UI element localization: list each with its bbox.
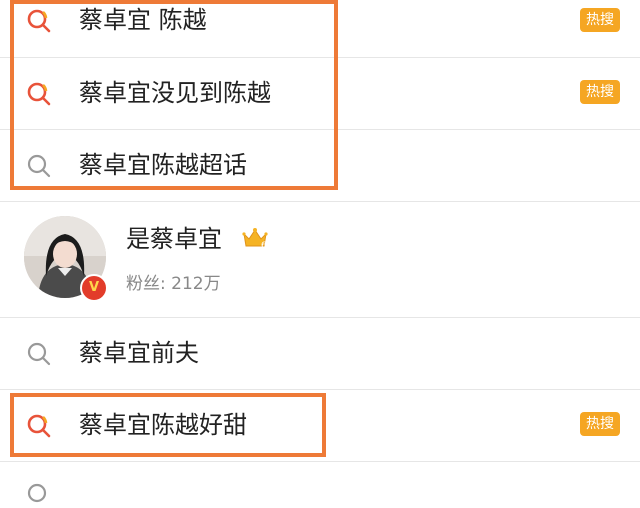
fans-count: 粉丝: 212万 <box>126 274 221 294</box>
suggestion-text: 蔡卓宜 陈越 <box>79 6 207 34</box>
search-icon <box>27 154 51 178</box>
hot-badge: 热搜 <box>580 80 620 104</box>
hot-search-icon <box>27 414 51 438</box>
suggestion-item[interactable]: 蔡卓宜陈越好甜 热搜 <box>0 390 640 462</box>
suggestion-text: 蔡卓宜陈越好甜 <box>79 411 247 439</box>
verified-badge: V <box>80 274 108 302</box>
suggestion-item[interactable]: 蔡卓宜陈越超话 <box>0 130 640 202</box>
suggestion-item[interactable]: 蔡卓宜前夫 <box>0 318 640 390</box>
member-crown-icon: 6 <box>242 228 268 250</box>
username: 是蔡卓宜 <box>126 225 222 253</box>
suggestion-item[interactable]: 蔡卓宜没见到陈越 热搜 <box>0 58 640 130</box>
hot-search-icon <box>27 9 51 33</box>
suggestion-item-partial[interactable] <box>0 462 640 503</box>
search-icon <box>27 483 47 503</box>
member-level: 6 <box>261 241 267 250</box>
suggestion-text: 蔡卓宜陈越超话 <box>79 151 247 179</box>
suggestion-item[interactable]: 蔡卓宜 陈越 热搜 <box>0 0 640 58</box>
hot-badge: 热搜 <box>580 412 620 436</box>
suggestion-text: 蔡卓宜没见到陈越 <box>79 79 271 107</box>
hot-search-icon <box>27 82 51 106</box>
hot-badge: 热搜 <box>580 8 620 32</box>
suggestion-text: 蔡卓宜前夫 <box>79 339 199 367</box>
search-icon <box>27 342 51 366</box>
